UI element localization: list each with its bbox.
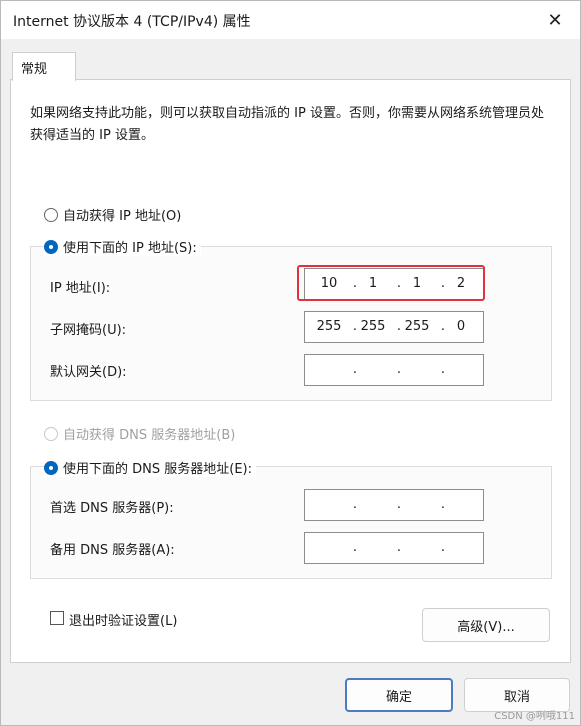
watermark: CSDN @咧哦111 [494,711,575,722]
manual-ip-label: 使用下面的 IP 地址(S): [63,241,197,256]
mask-octet-2: 255 [360,319,386,334]
subnet-mask-input[interactable]: 255 . 255 . 255 . 0 [304,311,484,343]
alternate-dns-input[interactable]: . . . [304,532,484,564]
description-text: 如果网络支持此功能，则可以获取自动指派的 IP 设置。否则，你需要从网络系统管理… [30,106,544,143]
ok-button[interactable]: 确定 [345,678,453,712]
tab-label: 常规 [21,62,48,77]
subnet-mask-label: 子网掩码(U): [50,323,127,338]
manual-dns-label: 使用下面的 DNS 服务器地址(E): [63,462,252,477]
tab-general[interactable]: 常规 [12,52,76,81]
title-bar: Internet 协议版本 4 (TCP/IPv4) 属性 ✕ [1,1,580,39]
manual-dns-radio[interactable]: 使用下面的 DNS 服务器地址(E): [44,458,256,477]
octet-separator: . [352,540,358,555]
octet-separator: . [396,362,402,377]
auto-dns-label: 自动获得 DNS 服务器地址(B) [63,428,236,443]
mask-octet-1: 255 [316,319,342,334]
octet-separator: . [396,540,402,555]
ip-address-label: IP 地址(I): [50,281,111,296]
manual-ip-radio[interactable]: 使用下面的 IP 地址(S): [44,237,201,256]
octet-separator: . [396,497,402,512]
highlight-box [297,265,485,301]
close-icon[interactable]: ✕ [544,9,566,31]
auto-ip-radio[interactable]: 自动获得 IP 地址(O) [44,205,181,224]
octet-separator: . [352,497,358,512]
tab-strip [1,39,580,79]
gateway-label: 默认网关(D): [50,365,127,380]
preferred-dns-label: 首选 DNS 服务器(P): [50,501,174,516]
radio-selected-icon [44,239,58,254]
gateway-input[interactable]: . . . [304,354,484,386]
validate-label: 退出时验证设置(L) [69,614,178,629]
auto-dns-radio[interactable]: 自动获得 DNS 服务器地址(B) [44,424,235,443]
octet-separator: . [352,362,358,377]
radio-selected-icon [44,460,58,475]
octet-separator: . [440,540,446,555]
radio-circle-icon [44,426,58,441]
preferred-dns-input[interactable]: . . . [304,489,484,521]
auto-ip-label: 自动获得 IP 地址(O) [63,209,182,224]
octet-separator: . [440,497,446,512]
alternate-dns-label: 备用 DNS 服务器(A): [50,543,175,558]
mask-octet-3: 255 [404,319,430,334]
validate-checkbox[interactable] [50,611,64,625]
radio-circle-icon [44,207,58,222]
octet-separator: . [440,362,446,377]
window-title: Internet 协议版本 4 (TCP/IPv4) 属性 [13,14,251,30]
mask-octet-4: 0 [456,319,466,334]
advanced-button[interactable]: 高级(V)... [422,608,550,642]
